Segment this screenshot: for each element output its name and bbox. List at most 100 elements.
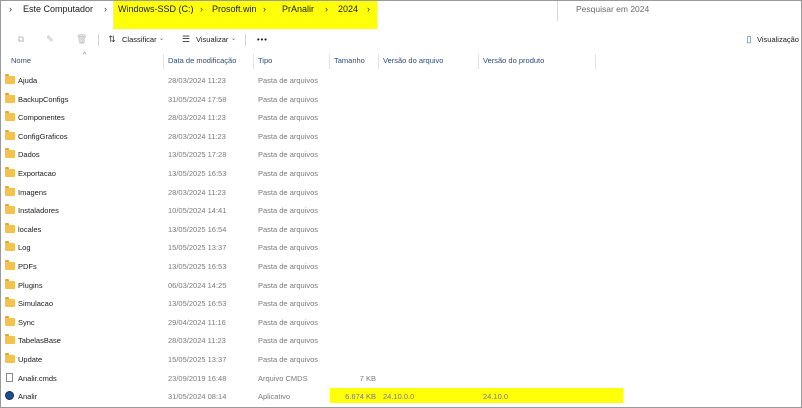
divider[interactable] [595,54,596,69]
table-row[interactable]: Update 15/05/2025 13:37 Pasta de arquivos [1,350,802,368]
column-header-type[interactable]: Tipo [258,56,272,65]
folder-icon [5,241,15,252]
explorer-window: › Este Computador › Windows-SSD (C:) › P… [0,0,802,408]
table-row[interactable]: TabelasBase 28/03/2024 11:23 Pasta de arqu… [1,331,802,349]
breadcrumb-folder-prosoft[interactable]: Prosoft.win [212,4,257,14]
file-type: Pasta de arquivos [258,224,319,234]
table-row[interactable]: Imagens 28/03/2024 11:23 Pasta de arquivos [1,183,802,201]
table-row[interactable]: locales 13/05/2025 16:54 Pasta de arquivos [1,220,802,238]
file-size: 7 KB [359,373,376,383]
file-name: Update [18,355,43,364]
file-icon [6,372,13,382]
preview-pane-button[interactable]: Visualização [757,35,799,44]
divider[interactable] [163,54,164,69]
table-row[interactable]: Exportacao 13/05/2025 16:53 Pasta de arqui… [1,164,802,182]
folder-icon [5,222,15,233]
sort-icon[interactable]: ⇅ [107,34,117,44]
file-date: 28/03/2024 11:23 [168,187,226,197]
delete-icon[interactable]: 🗑 [76,34,87,44]
chevron-right-icon[interactable]: › [9,4,12,14]
table-row[interactable]: Analir.cmds 23/09/2019 16:48 Arquivo CMDS 7… [1,369,802,387]
folder-icon [5,353,15,363]
file-type: Pasta de arquivos [258,243,319,253]
file-name: Analir [18,392,38,402]
file-date: 13/05/2025 16:53 [168,299,227,309]
table-row[interactable]: BackupConfigs 31/05/2024 17:58 Pasta de ar… [1,90,802,108]
file-date: 29/04/2024 11:16 [168,317,226,327]
divider[interactable] [253,54,254,69]
breadcrumb-drive[interactable]: Windows-SSD (C:) [118,4,194,14]
chevron-right-icon[interactable]: › [200,4,203,14]
table-row[interactable]: Componentes 28/03/2024 11:23 Pasta de arqu… [1,108,802,126]
file-name: Plugins [18,280,43,290]
folder-icon [5,315,15,326]
table-row[interactable]: Simulacao 13/05/2025 16:53 Pasta de arquiv… [1,294,802,312]
chevron-down-icon[interactable]: ⌄ [159,35,164,42]
folder-icon [5,92,15,103]
file-type: Pasta de arquivos [258,299,319,309]
file-type: Pasta de arquivos [258,169,319,178]
table-row[interactable]: Dados 13/05/2025 17:28 Pasta de arquivos [1,145,802,163]
file-type: Pasta de arquivos [258,131,319,141]
file-date: 13/05/2025 17:28 [168,150,227,160]
file-name: Componentes [18,113,65,123]
breadcrumb-root[interactable]: Este Computador [23,4,93,14]
file-type: Pasta de arquivos [258,187,319,197]
column-header-file-version[interactable]: Versão do arquivo [383,56,443,65]
sort-button[interactable]: Classificar [122,35,157,44]
table-row[interactable]: Plugins 06/03/2024 14:25 Pasta de arquivos [1,276,802,294]
chevron-right-icon[interactable]: › [104,4,107,14]
file-name: locales [18,224,42,234]
column-header-product-version[interactable]: Versão do produto [483,56,544,65]
file-date: 15/05/2025 13:37 [168,243,227,253]
folder-icon [5,185,15,196]
preview-pane-icon[interactable]: ▯ [744,34,754,44]
file-name: Imagens [18,187,47,197]
view-button[interactable]: Visualizar [196,35,228,44]
file-date: 28/03/2024 11:23 [168,336,226,346]
file-date: 31/05/2024 08:14 [168,392,227,402]
file-type: Aplicativo [258,392,291,402]
column-header-size[interactable]: Tamanho [334,56,365,65]
file-name: BackupConfigs [18,94,69,104]
table-row[interactable]: ConfigGraficos 28/03/2024 11:23 Pasta de a… [1,127,802,145]
file-name: Analir.cmds [18,373,57,383]
table-row[interactable]: Instaladores 10/05/2024 14:41 Pasta de arq… [1,201,802,219]
file-date: 23/09/2019 16:48 [168,373,227,383]
table-row[interactable]: Log 15/05/2025 13:37 Pasta de arquivos [1,238,802,256]
table-row[interactable]: Ajuda 28/03/2024 11:23 Pasta de arquivos [1,71,802,89]
folder-icon [5,278,15,289]
address-bar[interactable]: › Este Computador › Windows-SSD (C:) › P… [1,1,802,29]
table-row[interactable]: Sync 29/04/2024 11:16 Pasta de arquivos [1,313,802,331]
folder-icon [5,74,15,84]
folder-icon [5,111,15,122]
chevron-down-icon[interactable]: ⌄ [231,35,236,42]
file-type: Pasta de arquivos [258,336,319,346]
column-header-date[interactable]: Data de modificação [168,56,236,65]
file-type: Pasta de arquivos [258,206,319,216]
sort-ascending-icon: ^ [83,52,87,59]
search-input[interactable]: Pesquisar em 2024 [576,4,649,14]
file-type: Pasta de arquivos [258,262,319,271]
breadcrumb-folder-pranalir[interactable]: PrAnalir [282,4,314,14]
divider[interactable] [329,54,330,69]
divider [557,1,558,21]
divider[interactable] [378,54,379,69]
chevron-right-icon[interactable]: › [367,4,370,14]
column-header-name[interactable]: Nome [11,56,31,65]
chevron-right-icon[interactable]: › [325,4,328,14]
copy-icon[interactable]: ⧉ [16,34,26,44]
file-date: 06/03/2024 14:25 [168,280,227,290]
table-row[interactable]: PDFs 13/05/2025 16:53 Pasta de arquivos [1,257,802,275]
rename-icon[interactable]: ✎ [45,34,55,44]
chevron-right-icon[interactable]: › [263,4,266,14]
file-name: Ajuda [18,76,38,85]
file-date: 13/05/2025 16:53 [168,169,227,178]
more-options-button[interactable]: ••• [257,35,268,44]
folder-icon [5,167,15,177]
divider[interactable] [478,54,479,69]
file-name: PDFs [18,262,37,271]
table-row[interactable]: Analir 31/05/2024 08:14 Aplicativo 6.674 KB… [1,387,802,405]
view-icon[interactable]: ☰ [181,34,191,44]
breadcrumb-folder-2024[interactable]: 2024 [338,4,358,14]
